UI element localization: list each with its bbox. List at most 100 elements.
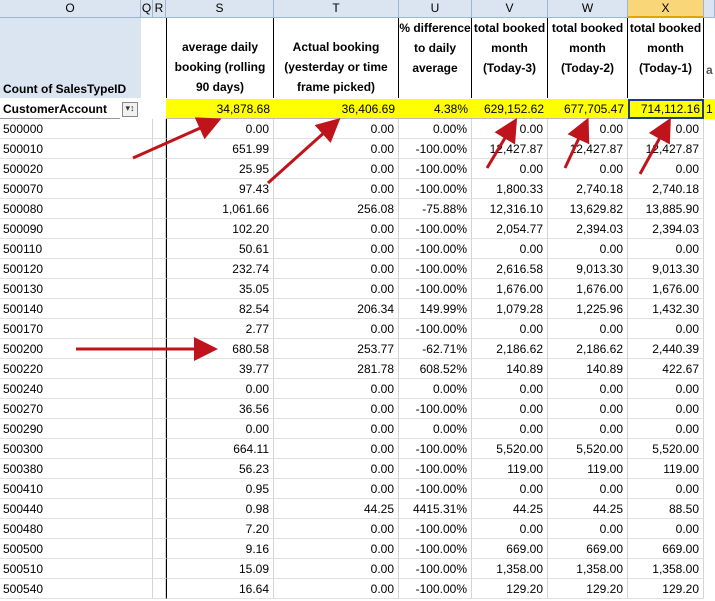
cell-percent-difference[interactable]: -100.00% — [399, 319, 472, 339]
empty-cell[interactable] — [141, 119, 153, 139]
column-header-s[interactable]: S — [166, 0, 274, 18]
empty-cell[interactable] — [153, 199, 166, 219]
cell-actual-booking[interactable]: 206.34 — [274, 299, 399, 319]
cell-booked-today-3[interactable]: 140.89 — [472, 359, 548, 379]
cell-average-daily[interactable]: 2.77 — [166, 319, 274, 339]
cell-actual-booking[interactable]: 0.00 — [274, 119, 399, 139]
empty-cell[interactable] — [153, 399, 166, 419]
cell-booked-today-1[interactable]: 0.00 — [628, 379, 704, 399]
cell-percent-difference[interactable]: 608.52% — [399, 359, 472, 379]
cell-percent-difference[interactable]: 0.00% — [399, 419, 472, 439]
cell-booked-today-2[interactable]: 0.00 — [548, 479, 628, 499]
cell-average-daily[interactable]: 7.20 — [166, 519, 274, 539]
cell-booked-today-3[interactable]: 0.00 — [472, 519, 548, 539]
total-average-daily[interactable]: 34,878.68 — [166, 99, 274, 119]
cell-booked-today-2[interactable]: 669.00 — [548, 539, 628, 559]
empty-cell[interactable] — [153, 419, 166, 439]
cell-percent-difference[interactable]: -100.00% — [399, 159, 472, 179]
cell-average-daily[interactable]: 82.54 — [166, 299, 274, 319]
cell-actual-booking[interactable]: 253.77 — [274, 339, 399, 359]
cell-average-daily[interactable]: 56.23 — [166, 459, 274, 479]
pivot-data-field-label[interactable]: Count of SalesTypeID — [0, 79, 141, 99]
column-header-r[interactable]: R — [153, 0, 166, 18]
cell-actual-booking[interactable]: 0.00 — [274, 239, 399, 259]
cell-average-daily[interactable]: 0.98 — [166, 499, 274, 519]
row-label[interactable]: 500140 — [0, 299, 141, 319]
row-label[interactable]: 500290 — [0, 419, 141, 439]
empty-cell[interactable] — [153, 219, 166, 239]
empty-cell[interactable] — [141, 379, 153, 399]
empty-cell[interactable] — [153, 159, 166, 179]
row-label[interactable]: 500200 — [0, 339, 141, 359]
empty-cell[interactable] — [153, 579, 166, 599]
row-label[interactable]: 500120 — [0, 259, 141, 279]
cell-booked-today-2[interactable]: 0.00 — [548, 159, 628, 179]
cell-booked-today-2[interactable]: 13,629.82 — [548, 199, 628, 219]
empty-cell[interactable] — [153, 459, 166, 479]
cell-booked-today-1[interactable]: 129.20 — [628, 579, 704, 599]
cell-booked-today-1[interactable]: 2,740.18 — [628, 179, 704, 199]
total-booked-today-1-selected[interactable]: 714,112.16 — [628, 99, 704, 119]
cell-average-daily[interactable]: 16.64 — [166, 579, 274, 599]
total-booked-today-2[interactable]: 677,705.47 — [548, 99, 628, 119]
cell-booked-today-2[interactable]: 5,520.00 — [548, 439, 628, 459]
cell-percent-difference[interactable]: 4415.31% — [399, 499, 472, 519]
cell-booked-today-1[interactable]: 0.00 — [628, 479, 704, 499]
row-label[interactable]: 500510 — [0, 559, 141, 579]
cell-actual-booking[interactable]: 0.00 — [274, 139, 399, 159]
row-label[interactable]: 500410 — [0, 479, 141, 499]
cell-booked-today-1[interactable]: 5,520.00 — [628, 439, 704, 459]
cell-percent-difference[interactable]: 149.99% — [399, 299, 472, 319]
empty-cell[interactable] — [153, 539, 166, 559]
cell-booked-today-3[interactable]: 12,427.87 — [472, 139, 548, 159]
cell-booked-today-1[interactable]: 12,427.87 — [628, 139, 704, 159]
empty-cell[interactable] — [141, 479, 153, 499]
column-header-q[interactable]: Q — [141, 0, 153, 18]
empty-cell[interactable] — [153, 139, 166, 159]
cell-percent-difference[interactable]: -100.00% — [399, 559, 472, 579]
cell-booked-today-1[interactable]: 2,440.39 — [628, 339, 704, 359]
empty-cell[interactable] — [141, 219, 153, 239]
cell-percent-difference[interactable]: -100.00% — [399, 579, 472, 599]
column-header-u[interactable]: U — [399, 0, 472, 18]
cell-booked-today-1[interactable]: 0.00 — [628, 319, 704, 339]
cell-percent-difference[interactable]: -100.00% — [399, 479, 472, 499]
cell-booked-today-2[interactable]: 0.00 — [548, 399, 628, 419]
cell-actual-booking[interactable]: 0.00 — [274, 479, 399, 499]
cell-booked-today-2[interactable]: 1,358.00 — [548, 559, 628, 579]
cell-average-daily[interactable]: 651.99 — [166, 139, 274, 159]
cell-booked-today-2[interactable]: 119.00 — [548, 459, 628, 479]
cell-booked-today-2[interactable]: 0.00 — [548, 419, 628, 439]
empty-cell[interactable] — [141, 159, 153, 179]
row-label[interactable]: 500090 — [0, 219, 141, 239]
cell-average-daily[interactable]: 35.05 — [166, 279, 274, 299]
cell-booked-today-2[interactable]: 2,186.62 — [548, 339, 628, 359]
empty-cell[interactable] — [141, 359, 153, 379]
cell-actual-booking[interactable]: 0.00 — [274, 559, 399, 579]
cell-average-daily[interactable]: 97.43 — [166, 179, 274, 199]
row-label[interactable]: 500440 — [0, 499, 141, 519]
cell-actual-booking[interactable]: 0.00 — [274, 379, 399, 399]
empty-cell[interactable] — [153, 239, 166, 259]
cell-actual-booking[interactable]: 0.00 — [274, 519, 399, 539]
empty-cell[interactable] — [153, 439, 166, 459]
empty-cell[interactable] — [153, 339, 166, 359]
cell-booked-today-1[interactable]: 0.00 — [628, 399, 704, 419]
cell-booked-today-1[interactable]: 0.00 — [628, 159, 704, 179]
cell-booked-today-2[interactable]: 2,740.18 — [548, 179, 628, 199]
cell-booked-today-1[interactable]: 0.00 — [628, 239, 704, 259]
total-y-partial[interactable]: 1 — [704, 99, 715, 119]
row-label[interactable]: 500110 — [0, 239, 141, 259]
cell-booked-today-3[interactable]: 1,358.00 — [472, 559, 548, 579]
cell-booked-today-2[interactable]: 0.00 — [548, 239, 628, 259]
cell-booked-today-3[interactable]: 0.00 — [472, 239, 548, 259]
row-label[interactable]: 500270 — [0, 399, 141, 419]
empty-cell[interactable] — [141, 419, 153, 439]
cell-percent-difference[interactable]: -100.00% — [399, 399, 472, 419]
cell-booked-today-1[interactable]: 1,358.00 — [628, 559, 704, 579]
empty-cell[interactable] — [141, 279, 153, 299]
cell-percent-difference[interactable]: 0.00% — [399, 119, 472, 139]
cell-booked-today-1[interactable]: 0.00 — [628, 119, 704, 139]
cell-actual-booking[interactable]: 281.78 — [274, 359, 399, 379]
cell-booked-today-3[interactable]: 1,676.00 — [472, 279, 548, 299]
